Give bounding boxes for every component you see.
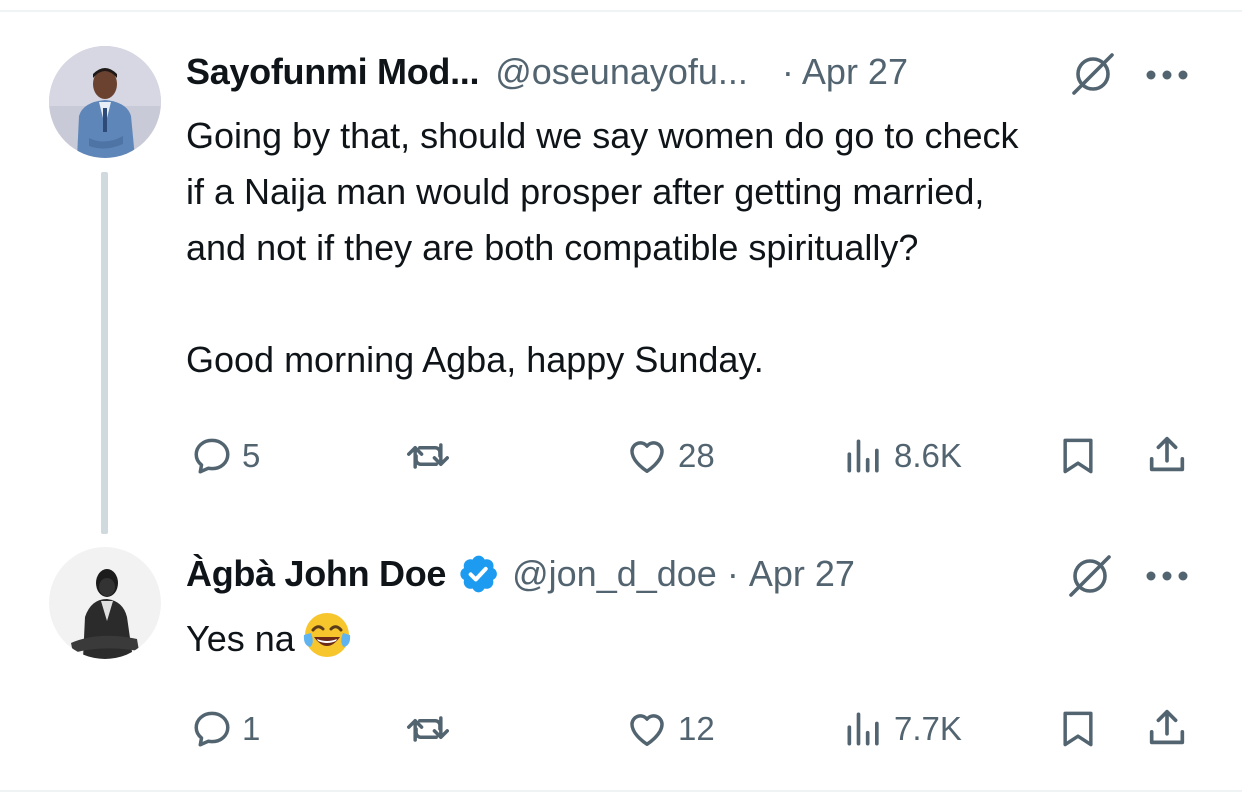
tweet-text: Going by that, should we say women do go… — [186, 115, 1019, 380]
author-name[interactable]: Sayofunmi Mod... — [186, 51, 480, 93]
top-divider — [0, 10, 1242, 12]
views-button[interactable]: 7.7K — [842, 707, 962, 751]
thread-connector — [101, 172, 108, 534]
share-button[interactable] — [1144, 432, 1190, 478]
avatar-agba-john-doe[interactable] — [49, 547, 161, 659]
reply-icon — [194, 438, 230, 474]
bookmark-icon — [1063, 711, 1093, 747]
more-icon[interactable] — [1144, 68, 1190, 82]
tweet-date[interactable]: Apr 27 — [802, 51, 908, 93]
views-icon — [847, 439, 879, 473]
avatar-sayofunmi[interactable] — [49, 46, 161, 158]
more-icon[interactable] — [1144, 569, 1190, 583]
retweet-button[interactable] — [403, 434, 461, 478]
separator-dot: · — [726, 553, 739, 594]
retweet-icon — [407, 443, 449, 469]
like-count: 12 — [678, 710, 715, 747]
grok-icon[interactable] — [1067, 553, 1113, 599]
like-button[interactable]: 28 — [624, 434, 715, 478]
grok-icon[interactable] — [1070, 51, 1116, 97]
share-icon — [1149, 436, 1185, 472]
bookmark-button[interactable] — [1056, 707, 1100, 751]
views-button[interactable]: 8.6K — [842, 434, 962, 478]
bookmark-icon — [1063, 438, 1093, 474]
separator-dot: · — [781, 51, 794, 92]
tweet-header: Àgbà John Doe @jon_d_doe · Apr 27 — [186, 544, 855, 604]
views-count: 8.6K — [894, 437, 962, 474]
reply-icon — [194, 711, 230, 747]
bookmark-button[interactable] — [1056, 434, 1100, 478]
like-icon — [630, 441, 664, 473]
retweet-icon — [407, 716, 449, 742]
views-icon — [847, 712, 879, 746]
author-handle[interactable]: @jon_d_doe — [512, 553, 717, 595]
views-count: 7.7K — [894, 710, 962, 747]
reply-button[interactable]: 1 — [190, 707, 260, 751]
tweet-date[interactable]: Apr 27 — [749, 553, 855, 595]
reply-button[interactable]: 5 — [190, 434, 260, 478]
author-name[interactable]: Àgbà John Doe — [186, 553, 446, 595]
tweet-text: Yes na — [186, 618, 295, 659]
like-icon — [630, 714, 664, 746]
reply-count: 5 — [242, 437, 261, 474]
verified-badge-icon — [460, 555, 497, 593]
face-with-tears-of-joy-emoji — [303, 613, 350, 657]
like-button[interactable]: 12 — [624, 707, 715, 751]
like-count: 28 — [678, 437, 715, 474]
tweet-text-container: Yes na — [186, 609, 353, 667]
share-icon — [1149, 709, 1185, 745]
tweet-header: Sayofunmi Mod... @oseunayofu... · Apr 27 — [186, 42, 908, 102]
retweet-button[interactable] — [403, 707, 461, 751]
author-handle[interactable]: @oseunayofu... — [495, 51, 748, 93]
reply-count: 1 — [242, 710, 261, 747]
share-button[interactable] — [1144, 705, 1190, 751]
bottom-divider — [0, 790, 1242, 792]
